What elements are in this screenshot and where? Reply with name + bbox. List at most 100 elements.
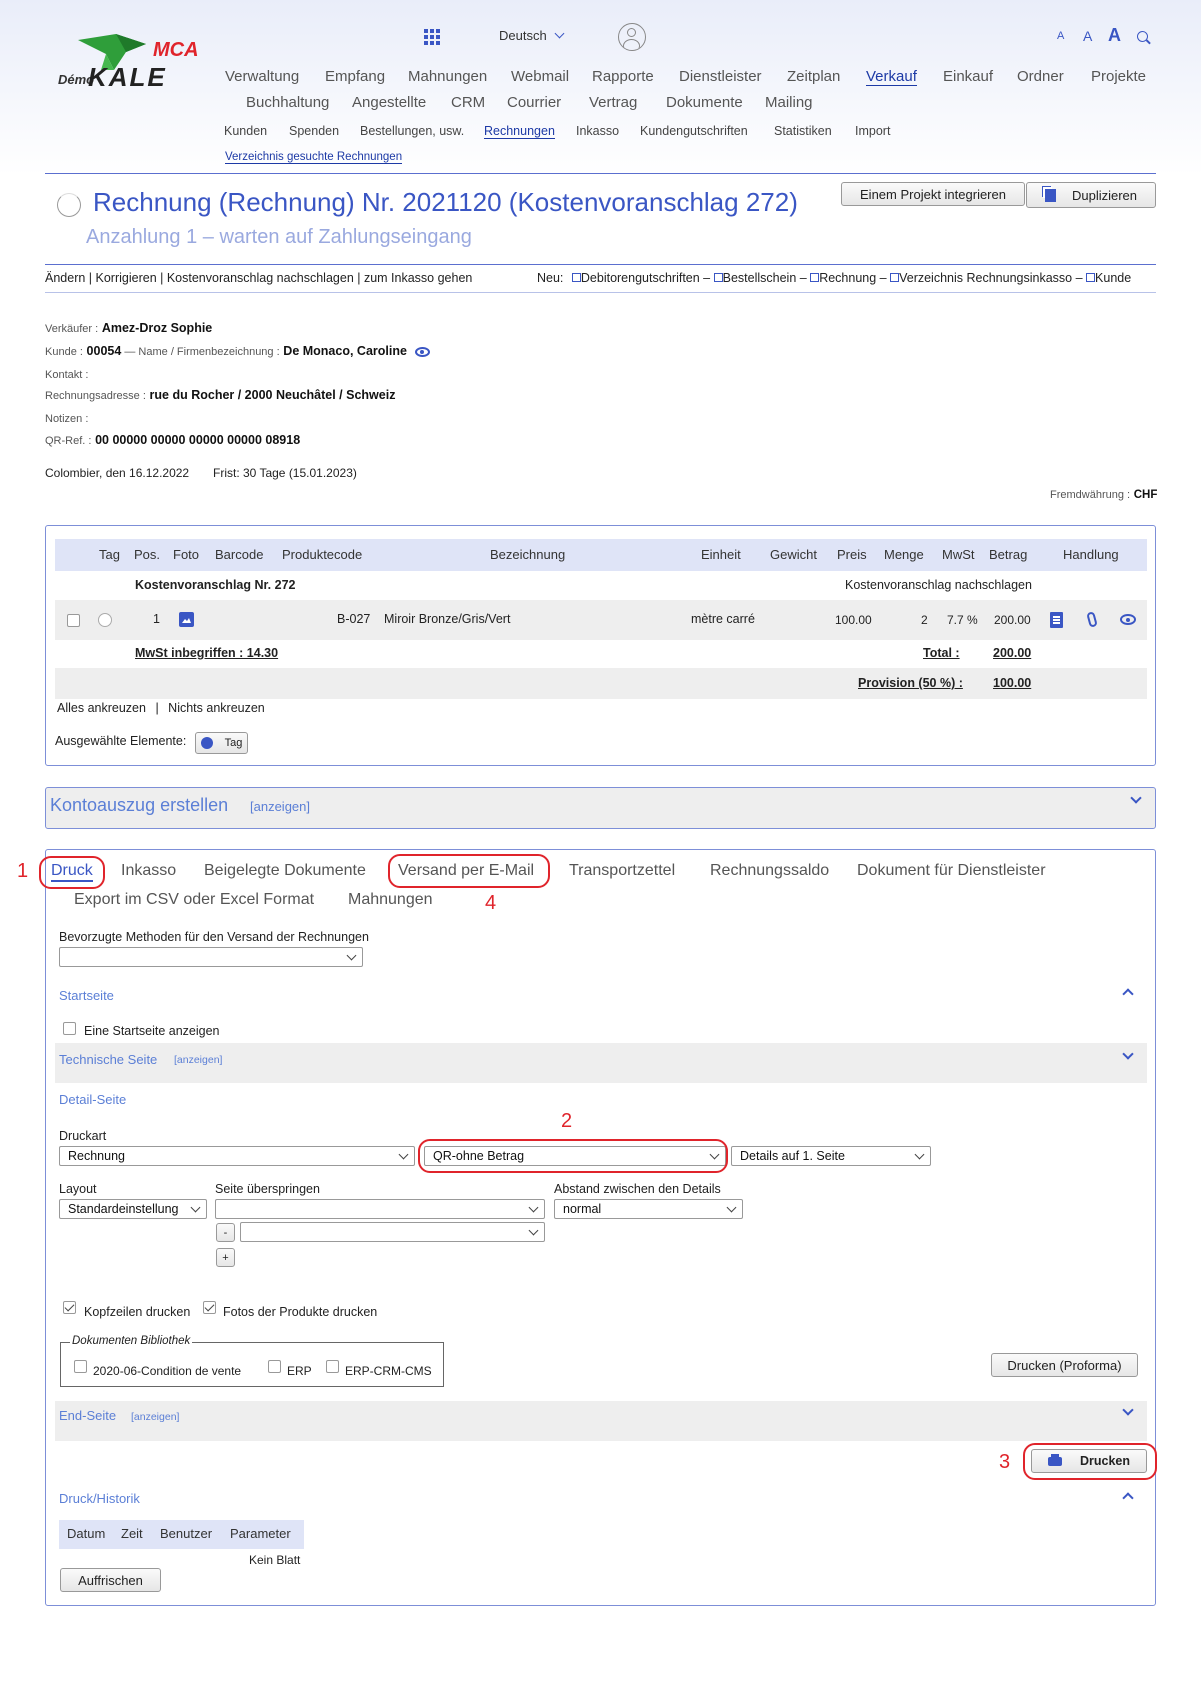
print-proforma-button[interactable]: Drucken (Proforma) <box>991 1353 1138 1377</box>
nav-dokumente[interactable]: Dokumente <box>666 94 743 111</box>
nav-mailing[interactable]: Mailing <box>765 94 813 111</box>
action-links[interactable]: Ändern | Korrigieren | Kostenvoranschlag… <box>45 271 472 285</box>
minus-button[interactable]: - <box>216 1223 235 1242</box>
subnav-statistiken[interactable]: Statistiken <box>774 124 832 138</box>
client-name[interactable]: De Monaco, Caroline <box>283 344 407 358</box>
druckart-select[interactable]: Rechnung <box>59 1146 415 1166</box>
eye-icon[interactable] <box>414 347 430 357</box>
skip-select[interactable] <box>215 1199 545 1219</box>
endpage-show[interactable]: [anzeigen] <box>131 1411 179 1423</box>
subnav-bestellungen[interactable]: Bestellungen, usw. <box>360 124 464 138</box>
nav-angestellte[interactable]: Angestellte <box>352 94 426 111</box>
no-sheet-text: Kein Blatt <box>249 1553 301 1567</box>
row-radio[interactable] <box>98 613 112 627</box>
techpage-show[interactable]: [anzeigen] <box>174 1054 222 1066</box>
user-avatar-icon[interactable] <box>618 23 646 51</box>
subnav-rechnungen[interactable]: Rechnungen <box>484 124 555 139</box>
nav-rapporte[interactable]: Rapporte <box>592 68 654 85</box>
nav-buchhaltung[interactable]: Buchhaltung <box>246 94 329 111</box>
total-value: 200.00 <box>993 646 1032 660</box>
nav-dienstleister[interactable]: Dienstleister <box>679 68 762 85</box>
subnav-kundengutschriften[interactable]: Kundengutschriften <box>640 124 748 138</box>
nav-crm[interactable]: CRM <box>451 94 485 111</box>
subnav-verzeichnis[interactable]: Verzeichnis gesuchte Rechnungen <box>225 151 403 164</box>
statement-title[interactable]: Kontoauszug erstellen <box>50 795 228 816</box>
details-select[interactable]: Details auf 1. Seite <box>731 1146 931 1166</box>
endpage-title[interactable]: End-Seite <box>59 1408 116 1423</box>
document-icon[interactable] <box>1050 612 1063 628</box>
group-link[interactable]: Kostenvoranschlag nachschlagen <box>845 578 1032 592</box>
subnav-inkasso[interactable]: Inkasso <box>576 124 619 138</box>
photos-checkbox[interactable] <box>203 1301 216 1314</box>
tag-button[interactable]: Tag <box>195 732 248 754</box>
nav-empfang[interactable]: Empfang <box>325 68 385 85</box>
tab-transportzettel[interactable]: Transportzettel <box>569 862 675 880</box>
new-verzeichnis[interactable]: Verzeichnis Rechnungsinkasso – <box>899 271 1082 285</box>
tab-rechnungssaldo[interactable]: Rechnungssaldo <box>710 862 829 880</box>
integrate-project-button[interactable]: Einem Projekt integrieren <box>841 182 1025 206</box>
nav-vertrag[interactable]: Vertrag <box>589 94 637 111</box>
subnav-import[interactable]: Import <box>855 124 890 138</box>
check-all-link[interactable]: Alles ankreuzen <box>57 701 146 715</box>
tab-dokument-dienstleister[interactable]: Dokument für Dienstleister <box>857 862 1046 880</box>
language-select[interactable]: Deutsch <box>499 28 565 43</box>
pref-select[interactable] <box>59 947 363 967</box>
font-size-medium[interactable]: A <box>1083 28 1092 44</box>
apps-grid-icon[interactable] <box>424 29 440 45</box>
refresh-button[interactable]: Auffrischen <box>60 1568 161 1592</box>
plus-button[interactable]: + <box>216 1248 235 1267</box>
startpage-title[interactable]: Startseite <box>59 988 114 1003</box>
new-rechnung[interactable]: Rechnung – <box>819 271 886 285</box>
new-debitorengutschriften[interactable]: Debitorengutschriften – <box>581 271 710 285</box>
library-checkbox-3[interactable] <box>326 1360 339 1373</box>
tab-inkasso[interactable]: Inkasso <box>121 862 176 880</box>
logo[interactable]: MCA Démo KALE <box>58 30 208 92</box>
nav-courrier[interactable]: Courrier <box>507 94 561 111</box>
logo-brand: KALE <box>88 62 167 92</box>
library-checkbox-1[interactable] <box>74 1360 87 1373</box>
eye-icon[interactable] <box>1120 614 1136 625</box>
skip-select-2[interactable] <box>240 1222 545 1242</box>
tab-beigelegte-dokumente[interactable]: Beigelegte Dokumente <box>204 862 366 880</box>
subnav-kunden[interactable]: Kunden <box>224 124 267 138</box>
tab-mahnungen[interactable]: Mahnungen <box>348 891 433 909</box>
history-title[interactable]: Druck/Historik <box>59 1491 140 1506</box>
endpage-bar[interactable] <box>55 1401 1147 1441</box>
nav-mahnungen[interactable]: Mahnungen <box>408 68 487 85</box>
nav-zeitplan[interactable]: Zeitplan <box>787 68 840 85</box>
spacing-select[interactable]: normal <box>554 1199 743 1219</box>
new-kunde[interactable]: Kunde <box>1095 271 1131 285</box>
image-icon[interactable] <box>179 612 194 627</box>
statement-show[interactable]: [anzeigen] <box>250 799 310 814</box>
library-checkbox-2[interactable] <box>268 1360 281 1373</box>
layout-select[interactable]: Standardeinstellung <box>59 1199 207 1219</box>
th-menge: Menge <box>884 547 924 562</box>
external-link-icon <box>890 273 900 282</box>
nav-projekte[interactable]: Projekte <box>1091 68 1146 85</box>
library-item-2: ERP <box>287 1364 312 1378</box>
th-einheit: Einheit <box>701 547 741 562</box>
nav-webmail[interactable]: Webmail <box>511 68 569 85</box>
startpage-checkbox[interactable] <box>63 1022 76 1035</box>
nav-verwaltung[interactable]: Verwaltung <box>225 68 299 85</box>
row-checkbox[interactable] <box>67 614 80 627</box>
hist-zeit: Zeit <box>121 1526 143 1541</box>
row-code: B-027 <box>337 612 371 626</box>
nav-ordner[interactable]: Ordner <box>1017 68 1064 85</box>
nav-verkauf[interactable]: Verkauf <box>866 68 917 86</box>
new-label: Neu: <box>537 271 564 285</box>
check-none-link[interactable]: Nichts ankreuzen <box>168 701 265 715</box>
headers-checkbox[interactable] <box>63 1301 76 1314</box>
font-size-small[interactable]: A <box>1057 30 1064 42</box>
techpage-title[interactable]: Technische Seite <box>59 1052 157 1067</box>
currency: Fremdwährung : CHF <box>1050 486 1157 501</box>
spacing-label: Abstand zwischen den Details <box>554 1182 721 1196</box>
subnav-spenden[interactable]: Spenden <box>289 124 339 138</box>
new-bestellschein[interactable]: Bestellschein – <box>723 271 807 285</box>
tab-export-csv[interactable]: Export im CSV oder Excel Format <box>74 891 314 909</box>
font-size-large[interactable]: A <box>1108 25 1121 46</box>
search-icon[interactable] <box>1137 31 1151 45</box>
nav-einkauf[interactable]: Einkauf <box>943 68 993 85</box>
duplicate-button[interactable]: Duplizieren <box>1026 182 1156 208</box>
seller-value: Amez-Droz Sophie <box>101 321 213 335</box>
